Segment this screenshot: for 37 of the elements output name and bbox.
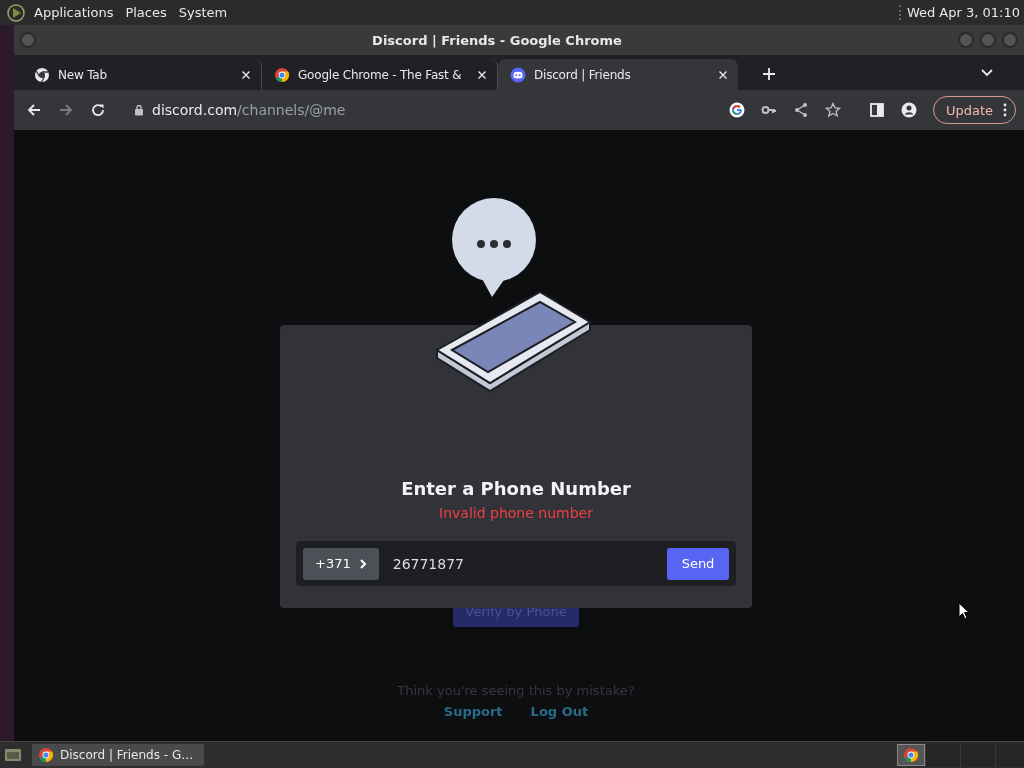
show-desktop-icon[interactable]	[4, 747, 22, 763]
star-icon[interactable]	[824, 102, 841, 118]
new-tab-icon[interactable]	[762, 67, 776, 81]
panel-menu[interactable]: Places	[125, 5, 167, 20]
panel-menu[interactable]: System	[178, 5, 228, 20]
panel-menu[interactable]: Applications	[34, 5, 114, 20]
chevron-right-icon	[358, 557, 367, 570]
mouse-cursor-icon	[958, 602, 970, 620]
clock[interactable]: Wed Apr 3, 01:10	[898, 5, 1020, 20]
workspace-button[interactable]	[897, 744, 925, 766]
browser-logo-icon	[274, 66, 290, 83]
reload-icon[interactable]	[90, 102, 106, 118]
profile-icon[interactable]	[900, 102, 917, 118]
more-icon	[1003, 103, 1007, 117]
browser-logo-icon	[903, 747, 919, 763]
share-icon[interactable]	[792, 102, 809, 118]
lock-icon[interactable]	[134, 104, 144, 116]
side-panel-icon[interactable]	[868, 102, 885, 118]
dialog-title: Enter a Phone Number	[401, 478, 631, 499]
google-logo-icon[interactable]	[728, 102, 745, 118]
window-title: Discord | Friends - Google Chrome	[371, 32, 623, 48]
browser-logo-icon	[38, 747, 54, 763]
discord-logo-icon	[510, 66, 526, 83]
back-icon[interactable]	[26, 102, 42, 118]
chevron-down-icon[interactable]	[980, 68, 994, 78]
address-field[interactable]: discord.com/channels/@me	[152, 102, 346, 118]
menu-logo-icon[interactable]	[6, 2, 26, 23]
close-icon[interactable]	[477, 69, 487, 80]
close-icon[interactable]	[241, 69, 251, 80]
taskbar-task[interactable]: Discord | Friends - G…	[32, 744, 204, 766]
browser-logo-icon	[34, 66, 50, 83]
browser-tab[interactable]: Discord | Friends	[498, 59, 738, 90]
error-message: Invalid phone number	[439, 505, 593, 521]
country-code-button[interactable]: +371	[303, 547, 379, 580]
send-button[interactable]: Send	[667, 547, 729, 580]
close-icon[interactable]	[718, 69, 728, 80]
phone-input-field[interactable]: +371 26771877 Send	[296, 541, 736, 586]
